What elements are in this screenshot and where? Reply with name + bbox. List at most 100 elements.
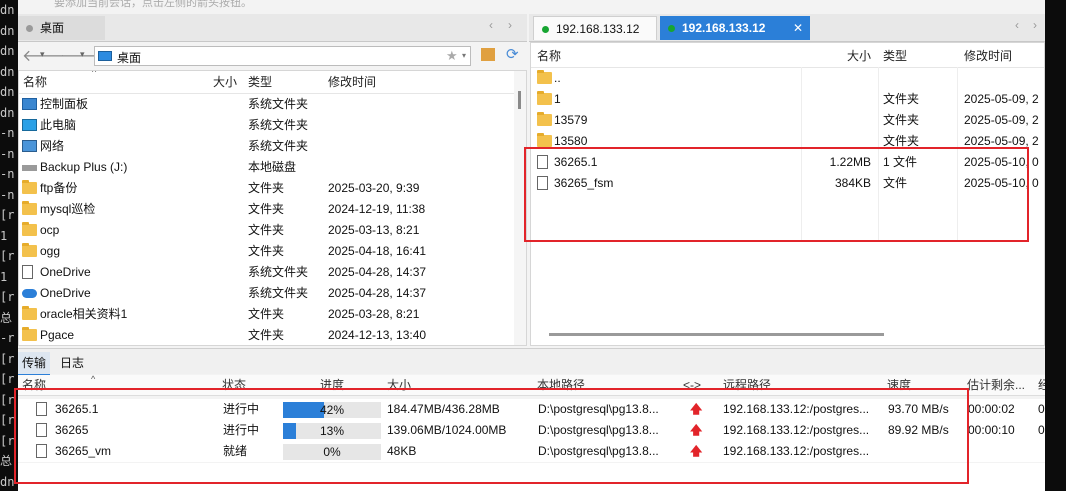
tab-remote-session-1[interactable]: 192.168.133.12 [533,16,657,40]
progress-bar: 42% [283,402,381,418]
cell-type: 文件夹 [248,244,285,258]
cell-mtime: 2025-03-20, 9:39 [328,181,420,195]
cell-mtime: 2025-05-09, 2 [964,134,1039,148]
tab-log[interactable]: 日志 [56,352,88,374]
terminal-line: 1 [0,228,8,243]
cell-mtime: 2024-12-13, 13:40 [328,328,427,342]
col-header-direction[interactable]: <-> [683,375,701,395]
col-header-size[interactable]: 大小 [213,71,237,93]
terminal-line: [r [0,290,15,304]
tab-transfer[interactable]: 传输 [18,352,51,376]
horizontal-scrollbar[interactable] [549,333,884,336]
col-header-remote-path[interactable]: 远程路径 [723,375,771,395]
cell-name: 36265.1 [55,402,99,416]
file-row[interactable]: 此电脑 系统文件夹 [19,115,514,136]
tab-local-desktop[interactable]: 桌面 [18,16,105,40]
folder-icon [22,222,37,236]
col-header-size[interactable]: 大小 [847,45,871,67]
file-row[interactable]: ogg 文件夹 2025-04-18, 16:41 [19,241,514,262]
transfer-row[interactable]: 36265_vm 就绪 0% 48KB D:\postgresql\pg13.8... 🡅… [18,441,1045,462]
bookmark-star-icon[interactable]: ★ [446,48,458,64]
file-row[interactable]: 控制面板 系统文件夹 [19,94,514,115]
folder-icon [537,112,552,126]
cell-type: 文件夹 [883,134,920,148]
bookmark-dropdown-icon[interactable]: ▾ [462,51,466,60]
col-header-eta[interactable]: 估计剩余... [967,375,1027,395]
file-row[interactable]: ftp备份 文件夹 2025-03-20, 9:39 [19,178,514,199]
cell-type: 文件夹 [248,307,285,321]
back-dropdown-icon[interactable]: ▾ [40,49,45,60]
cell-name: oracle相关资料1 [40,307,128,321]
col-header-status[interactable]: 状态 [222,375,246,395]
file-row[interactable]: .. [531,68,1044,89]
file-row[interactable]: 13580 文件夹 2025-05-09, 2 [531,131,1044,152]
tab-label: 桌面 [40,21,65,35]
file-icon [22,265,33,279]
forward-dropdown-icon[interactable]: ▾ [80,49,85,60]
cell-size: 184.47MB/436.28MB [387,402,500,416]
col-header-name[interactable]: 名称 [22,375,46,395]
col-header-mtime[interactable]: 修改时间 [964,45,1012,67]
cell-name: 网络 [40,139,65,153]
col-header-progress[interactable]: 进度 [320,375,344,395]
transfer-row[interactable]: 36265.1 进行中 42% 184.47MB/436.28MB D:\postgre… [18,399,1045,420]
path-input[interactable]: 桌面 [94,46,471,66]
col-header-name[interactable]: 名称 [23,71,47,93]
cell-status: 就绪 [223,444,248,458]
col-header-mtime[interactable]: 修改时间 [328,71,376,93]
cell-type: 文件夹 [883,113,920,127]
file-row[interactable]: 36265.1 1.22MB 1 文件 2025-05-10, 0 [531,152,1044,173]
file-row[interactable]: 网络 系统文件夹 [19,136,514,157]
terminal-line: dn [0,474,15,489]
col-header-extra[interactable]: 经 [1038,375,1045,395]
col-header-type[interactable]: 类型 [248,71,272,93]
terminal-line: dn [0,64,15,79]
home-icon[interactable] [481,48,495,61]
file-row[interactable]: mysql巡检 文件夹 2024-12-19, 11:38 [19,199,514,220]
tab-scroll-right-icon[interactable]: › [1033,18,1037,32]
terminal-line: 总 [0,454,13,468]
cell-mtime: 2024-12-19, 11:38 [328,202,426,216]
refresh-icon[interactable]: ⟳ [506,45,519,63]
col-header-local-path[interactable]: 本地路径 [537,375,585,395]
remote-column-headers: 名称 大小 类型 修改时间 [531,45,1044,68]
file-row[interactable]: ocp 文件夹 2025-03-13, 8:21 [19,220,514,241]
cell-type: 文件 [883,176,908,190]
progress-label: 0% [323,445,341,459]
file-row[interactable]: OneDrive 系统文件夹 2025-04-28, 14:37 [19,283,514,304]
cell-type: 系统文件夹 [248,265,309,279]
file-row[interactable]: Pgace 文件夹 2024-12-13, 13:40 [19,325,514,345]
cell-speed: 93.70 MB/s [888,402,949,416]
terminal-line: [r [0,249,15,263]
col-header-name[interactable]: 名称 [537,45,561,67]
transfer-row[interactable]: 36265 进行中 13% 139.06MB/1024.00MB D:\postgres… [18,420,1045,441]
terminal-line: dn [0,44,15,58]
cell-local: D:\postgresql\pg13.8... [538,402,659,416]
right-tab-bar: 192.168.133.12 192.168.133.12 ✕ ‹ › [529,14,1045,42]
tab-scroll-left-icon[interactable]: ‹ [489,18,493,32]
upload-arrow-icon: 🡅 [690,444,703,458]
control-panel-icon [22,98,37,110]
tab-remote-session-2[interactable]: 192.168.133.12 ✕ [660,16,810,40]
file-row[interactable]: 36265_fsm 384KB 文件 2025-05-10, 0 [531,173,1044,194]
col-header-speed[interactable]: 速度 [887,375,911,395]
close-tab-icon[interactable]: ✕ [793,16,803,40]
file-row[interactable]: 1 文件夹 2025-05-09, 2 [531,89,1044,110]
cell-name: 13580 [554,134,588,148]
col-header-type[interactable]: 类型 [883,45,907,67]
file-row[interactable]: Backup Plus (J:) 本地磁盘 [19,157,514,178]
tab-scroll-right-icon[interactable]: › [508,18,512,32]
file-row[interactable]: oracle相关资料1 文件夹 2025-03-28, 8:21 [19,304,514,325]
file-row[interactable]: OneDrive 系统文件夹 2025-04-28, 14:37 [19,262,514,283]
col-header-size[interactable]: 大小 [387,375,411,395]
cell-local: D:\postgresql\pg13.8... [538,423,659,437]
tab-scroll-left-icon[interactable]: ‹ [1015,18,1019,32]
cell-name: ogg [40,244,61,258]
terminal-line: [r [0,392,15,407]
scroll-thumb[interactable] [518,91,521,109]
file-row[interactable]: 13579 文件夹 2025-05-09, 2 [531,110,1044,131]
local-scrollbar[interactable] [514,71,526,345]
cell-mtime: 2025-05-09, 2 [964,113,1039,127]
folder-icon [22,180,37,194]
cell-name: Backup Plus (J:) [40,160,128,174]
